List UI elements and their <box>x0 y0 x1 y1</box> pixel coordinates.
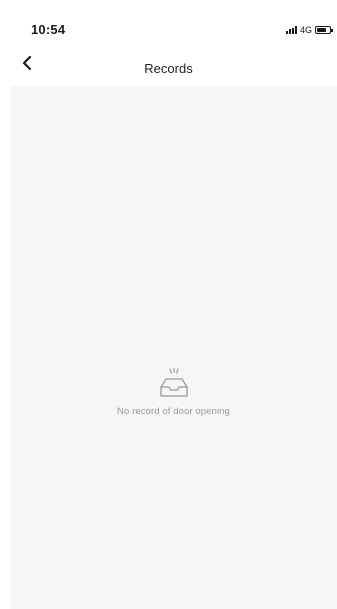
empty-state-message: No record of door opening <box>117 406 230 417</box>
records-screen: 10:54 4G Records No record of door openi… <box>0 0 337 609</box>
empty-state: No record of door opening <box>10 366 337 417</box>
signal-icon <box>285 26 297 34</box>
page-title: Records <box>144 61 193 76</box>
empty-inbox-icon <box>159 367 188 397</box>
network-type-label: 4G <box>299 25 312 35</box>
battery-icon <box>315 26 333 34</box>
records-list-area: No record of door opening <box>10 86 337 609</box>
navigation-bar: Records <box>0 40 337 86</box>
status-time: 10:54 <box>31 22 66 37</box>
status-bar: 10:54 4G <box>0 0 337 40</box>
status-indicators: 4G <box>285 25 333 35</box>
